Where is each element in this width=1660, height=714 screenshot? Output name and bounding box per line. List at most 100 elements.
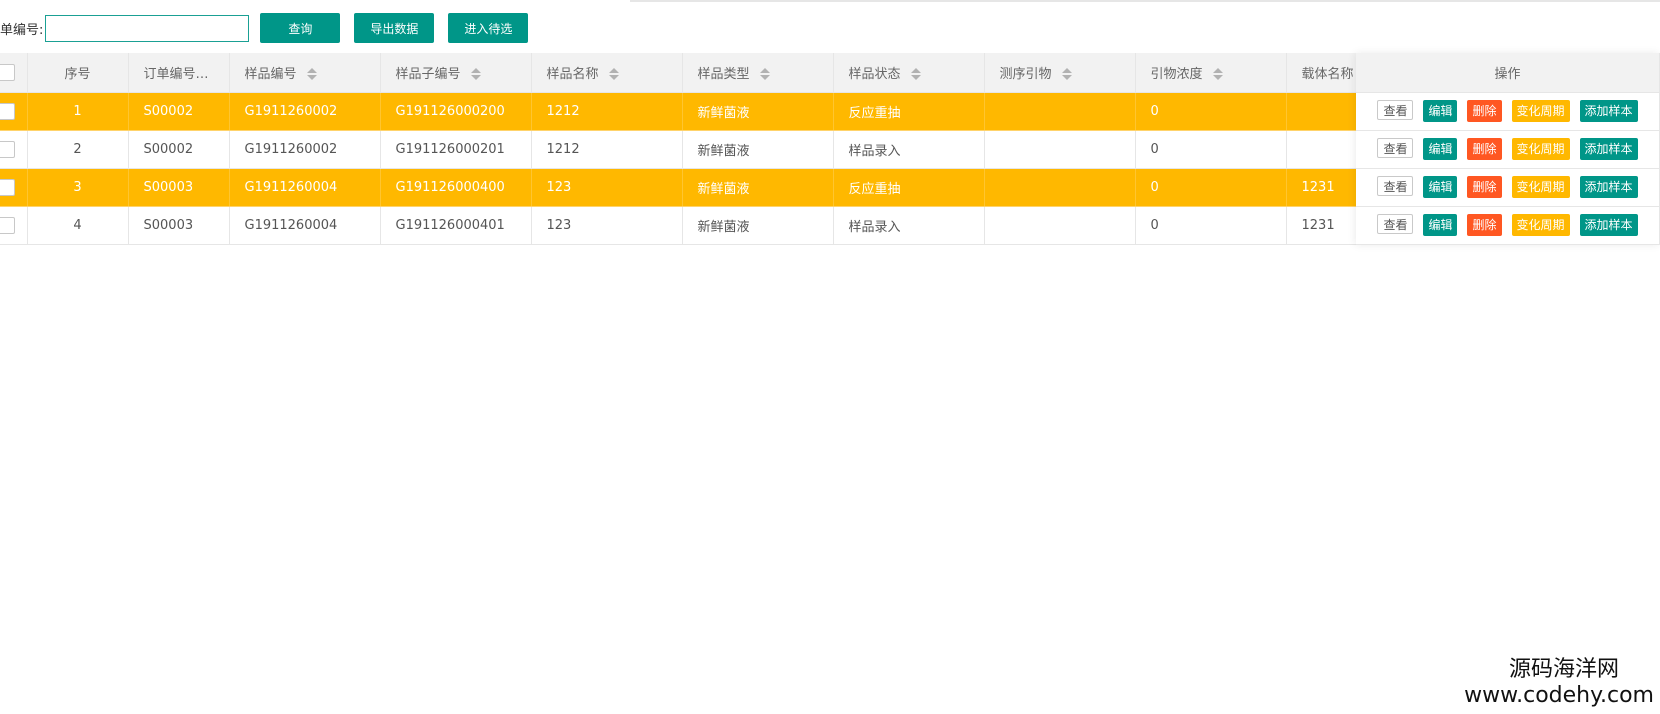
edit-button[interactable]: 编辑 bbox=[1423, 100, 1458, 122]
cell-name: 123 bbox=[531, 168, 683, 207]
view-button[interactable]: 查看 bbox=[1377, 138, 1414, 158]
sort-icon[interactable] bbox=[910, 67, 921, 81]
header-sub-no-label: 样品子编号 bbox=[395, 66, 461, 82]
change-cycle-button[interactable]: 变化周期 bbox=[1511, 138, 1570, 160]
sort-icon[interactable] bbox=[759, 67, 770, 81]
cell-concentration: 0 bbox=[1135, 130, 1287, 169]
actions-cell: 查看 编辑 删除 变化周期 添加样本 bbox=[1356, 206, 1660, 245]
cell-sub-no: G191126000200 bbox=[380, 92, 532, 131]
change-cycle-button[interactable]: 变化周期 bbox=[1511, 214, 1570, 236]
export-button[interactable]: 导出数据 bbox=[354, 13, 435, 43]
header-type-label: 样品类型 bbox=[697, 66, 750, 82]
row-checkbox[interactable] bbox=[0, 140, 15, 158]
sort-icon[interactable] bbox=[608, 67, 619, 81]
row-select-cell bbox=[0, 130, 28, 169]
cell-order-no: S00003 bbox=[128, 168, 230, 207]
table-row[interactable]: 1 S00002 G1911260002 G191126000200 1212 新鲜菌液反… bbox=[0, 92, 1438, 131]
view-button[interactable]: 查看 bbox=[1377, 176, 1414, 196]
change-cycle-button[interactable]: 变化周期 bbox=[1511, 176, 1570, 198]
row-select-cell bbox=[0, 92, 28, 131]
cell-order-no: S00002 bbox=[128, 130, 230, 169]
cell-status: 样品录入 bbox=[833, 206, 985, 245]
row-checkbox[interactable] bbox=[0, 216, 15, 234]
sort-icon[interactable] bbox=[1212, 67, 1223, 81]
query-button[interactable]: 查询 bbox=[260, 13, 341, 43]
top-divider bbox=[630, 0, 1660, 2]
view-button[interactable]: 查看 bbox=[1377, 214, 1414, 234]
actions-cell: 查看 编辑 删除 变化周期 添加样本 bbox=[1356, 168, 1660, 207]
table-row[interactable]: 4 S00003 G1911260004 G191126000401 123 新鲜菌液 样品… bbox=[0, 206, 1438, 245]
delete-button[interactable]: 删除 bbox=[1467, 138, 1502, 160]
watermark-url: www.codehy.com bbox=[1464, 683, 1654, 708]
table-row[interactable]: 2 S00002 G1911260002 G191126000201 1212 新鲜菌液样… bbox=[0, 130, 1438, 169]
cell-order-no: S00003 bbox=[128, 206, 230, 245]
delete-button[interactable]: 删除 bbox=[1467, 214, 1502, 236]
add-sample-button[interactable]: 添加样本 bbox=[1579, 138, 1638, 160]
cell-primer bbox=[984, 206, 1136, 245]
header-name[interactable]: 样品名称 bbox=[531, 53, 683, 93]
actions-row: 查看 编辑 删除 变化周期 添加样本 bbox=[1356, 168, 1660, 207]
cell-concentration: 0 bbox=[1135, 206, 1287, 245]
cell-name: 1212 bbox=[531, 92, 683, 131]
header-actions: 操作 bbox=[1356, 53, 1660, 93]
change-cycle-button[interactable]: 变化周期 bbox=[1511, 100, 1570, 122]
cell-status: 反应重抽 bbox=[833, 92, 985, 131]
header-type[interactable]: 样品类型 bbox=[682, 53, 834, 93]
cell-sample-no: G1911260002 bbox=[229, 92, 381, 131]
cell-concentration: 0 bbox=[1135, 168, 1287, 207]
header-status[interactable]: 样品状态 bbox=[833, 53, 985, 93]
actions-cell: 查看 编辑 删除 变化周期 添加样本 bbox=[1356, 92, 1660, 131]
actions-row: 查看 编辑 删除 变化周期 添加样本 bbox=[1356, 92, 1660, 131]
cell-index: 1 bbox=[27, 92, 129, 131]
watermark: 源码海洋网 www.codehy.com bbox=[1464, 651, 1654, 708]
cell-index: 2 bbox=[27, 130, 129, 169]
actions-cell: 查看 编辑 删除 变化周期 添加样本 bbox=[1356, 130, 1660, 169]
sort-icon[interactable] bbox=[1061, 67, 1072, 81]
cell-concentration: 0 bbox=[1135, 92, 1287, 131]
sort-icon[interactable] bbox=[470, 67, 481, 81]
cell-sample-no: G1911260004 bbox=[229, 206, 381, 245]
header-name-label: 样品名称 bbox=[546, 66, 599, 82]
header-sample-no[interactable]: 样品编号 bbox=[229, 53, 381, 93]
header-concentration-label: 引物浓度 bbox=[1150, 66, 1203, 82]
cell-index: 3 bbox=[27, 168, 129, 207]
order-no-input[interactable] bbox=[45, 14, 250, 42]
cell-name: 1212 bbox=[531, 130, 683, 169]
edit-button[interactable]: 编辑 bbox=[1423, 214, 1458, 236]
header-index: 序号 bbox=[27, 53, 129, 93]
page: 单编号: 查询 导出数据 进入待选 序号 订单编号… 样品编号 样品子编号 样品… bbox=[0, 0, 1660, 714]
cell-primer bbox=[984, 168, 1136, 207]
add-sample-button[interactable]: 添加样本 bbox=[1579, 176, 1638, 198]
cell-primer bbox=[984, 92, 1136, 131]
table-header-row: 序号 订单编号… 样品编号 样品子编号 样品名称 样品类型 样品状态 测序引物 … bbox=[0, 53, 1438, 93]
cell-sub-no: G191126000201 bbox=[380, 130, 532, 169]
edit-button[interactable]: 编辑 bbox=[1423, 138, 1458, 160]
actions-row: 查看 编辑 删除 变化周期 添加样本 bbox=[1356, 130, 1660, 169]
delete-button[interactable]: 删除 bbox=[1467, 176, 1502, 198]
watermark-title: 源码海洋网 bbox=[1508, 657, 1619, 682]
select-all-checkbox[interactable] bbox=[0, 63, 15, 81]
view-button[interactable]: 查看 bbox=[1377, 100, 1414, 120]
cell-status: 样品录入 bbox=[833, 130, 985, 169]
cell-status: 反应重抽 bbox=[833, 168, 985, 207]
header-sub-no[interactable]: 样品子编号 bbox=[380, 53, 532, 93]
edit-button[interactable]: 编辑 bbox=[1423, 176, 1458, 198]
actions-row: 查看 编辑 删除 变化周期 添加样本 bbox=[1356, 206, 1660, 245]
delete-button[interactable]: 删除 bbox=[1467, 100, 1502, 122]
row-checkbox[interactable] bbox=[0, 178, 15, 196]
table-row[interactable]: 3 S00003 G1911260004 G191126000400 123 新鲜菌液 反应… bbox=[0, 168, 1438, 207]
actions-column: 操作 查看 编辑 删除 变化周期 添加样本 查看 编辑 删除 变化周期 添加样本 查看 编辑 删除 变化周… bbox=[1356, 53, 1660, 245]
pending-button[interactable]: 进入待选 bbox=[448, 13, 529, 43]
cell-sample-no: G1911260002 bbox=[229, 130, 381, 169]
sort-icon[interactable] bbox=[306, 67, 317, 81]
header-primer-label: 测序引物 bbox=[999, 66, 1052, 82]
add-sample-button[interactable]: 添加样本 bbox=[1579, 100, 1638, 122]
header-primer[interactable]: 测序引物 bbox=[984, 53, 1136, 93]
header-status-label: 样品状态 bbox=[848, 66, 901, 82]
header-concentration[interactable]: 引物浓度 bbox=[1135, 53, 1287, 93]
cell-type: 新鲜菌液 bbox=[682, 92, 834, 131]
header-order-no[interactable]: 订单编号… bbox=[128, 53, 230, 93]
cell-primer bbox=[984, 130, 1136, 169]
add-sample-button[interactable]: 添加样本 bbox=[1579, 214, 1638, 236]
row-checkbox[interactable] bbox=[0, 102, 15, 120]
